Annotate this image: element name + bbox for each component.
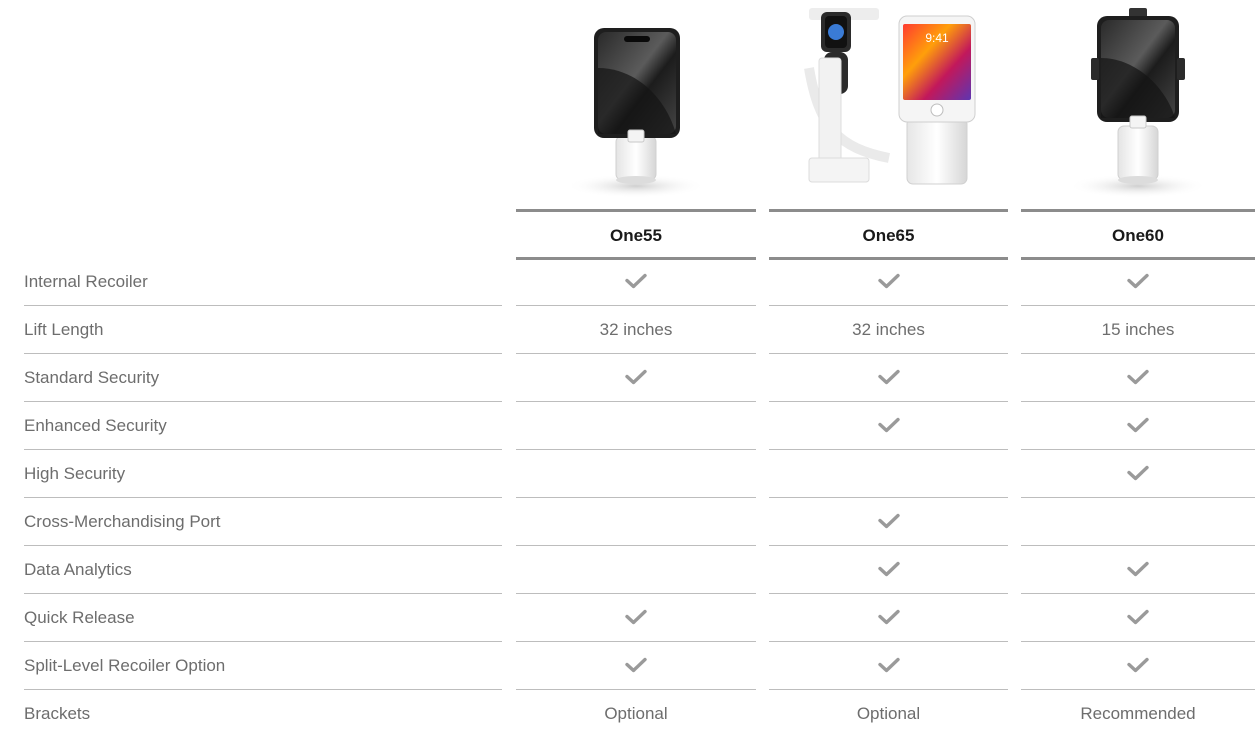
check-icon bbox=[877, 417, 900, 432]
check-icon bbox=[877, 273, 900, 288]
table-row: Brackets Optional Optional Recommended bbox=[0, 690, 1255, 736]
table-row: Enhanced Security bbox=[0, 402, 1255, 450]
value-cell: 15 inches bbox=[1101, 320, 1175, 339]
check-cell bbox=[516, 354, 756, 402]
empty-cell bbox=[516, 402, 756, 450]
check-icon bbox=[1127, 609, 1149, 624]
empty-cell bbox=[769, 450, 1008, 498]
check-cell bbox=[769, 258, 1008, 306]
product-image-one55 bbox=[516, 8, 756, 204]
phone-clock-text: 9:41 bbox=[925, 31, 949, 45]
check-icon bbox=[877, 657, 900, 672]
product-column-one60: One60 bbox=[1021, 0, 1255, 262]
feature-label: Quick Release bbox=[24, 608, 135, 627]
value-cell: Optional bbox=[604, 704, 668, 723]
product-top-divider bbox=[769, 209, 1008, 212]
table-row: Lift Length 32 inches 32 inches 15 inches bbox=[0, 306, 1255, 354]
check-icon bbox=[877, 369, 900, 384]
check-cell bbox=[1021, 642, 1255, 690]
check-icon bbox=[877, 561, 900, 576]
check-cell bbox=[1021, 402, 1255, 450]
value-cell: 32 inches bbox=[852, 320, 925, 339]
product-column-one65: 9:41 One65 bbox=[769, 0, 1008, 262]
table-row: Internal Recoiler bbox=[0, 258, 1255, 306]
table-row: Split-Level Recoiler Option bbox=[0, 642, 1255, 690]
check-icon bbox=[1127, 273, 1149, 288]
check-icon bbox=[1127, 369, 1149, 384]
feature-label: Standard Security bbox=[24, 368, 160, 387]
check-cell bbox=[516, 642, 756, 690]
table-row: Data Analytics bbox=[0, 546, 1255, 594]
product-name: One65 bbox=[862, 226, 915, 245]
check-cell bbox=[769, 546, 1008, 594]
phone-stand-one60-icon bbox=[1068, 8, 1208, 198]
feature-label: Internal Recoiler bbox=[24, 272, 148, 291]
feature-label: Enhanced Security bbox=[24, 416, 167, 435]
table-row: Cross-Merchandising Port bbox=[0, 498, 1255, 546]
table-row: Standard Security bbox=[0, 354, 1255, 402]
check-cell bbox=[516, 258, 756, 306]
check-icon bbox=[1127, 465, 1149, 480]
table-row: High Security bbox=[0, 450, 1255, 498]
value-cell: Optional bbox=[856, 704, 921, 723]
product-name: One55 bbox=[610, 226, 662, 245]
phone-stand-one55-icon bbox=[566, 28, 706, 198]
product-name: One60 bbox=[1112, 226, 1164, 245]
product-top-divider bbox=[516, 209, 756, 212]
check-cell bbox=[516, 594, 756, 642]
value-cell: Recommended bbox=[1080, 704, 1196, 723]
phone-watch-stand-one65-icon: 9:41 bbox=[804, 8, 976, 185]
feature-label: High Security bbox=[24, 464, 126, 483]
table-row: Quick Release bbox=[0, 594, 1255, 642]
feature-label: Brackets bbox=[24, 704, 91, 723]
product-header: One55 9:41 One65 One60 bbox=[516, 0, 1255, 262]
check-icon bbox=[625, 273, 647, 288]
empty-cell bbox=[516, 450, 756, 498]
check-cell bbox=[1021, 546, 1255, 594]
check-icon bbox=[1127, 561, 1149, 576]
comparison-table: Internal Recoiler Lift Length 32 inches 32 … bbox=[0, 258, 1255, 736]
product-top-divider bbox=[1021, 209, 1255, 212]
feature-label: Data Analytics bbox=[24, 560, 132, 579]
check-icon bbox=[625, 657, 647, 672]
check-cell bbox=[769, 354, 1008, 402]
feature-label: Cross-Merchandising Port bbox=[24, 512, 221, 531]
feature-label: Split-Level Recoiler Option bbox=[24, 656, 226, 675]
product-column-one55: One55 bbox=[516, 0, 756, 262]
feature-label: Lift Length bbox=[24, 320, 104, 339]
value-cell: 32 inches bbox=[599, 320, 673, 339]
check-cell bbox=[769, 402, 1008, 450]
check-icon bbox=[1127, 417, 1149, 432]
product-image-one65: 9:41 bbox=[769, 8, 1008, 204]
empty-cell bbox=[516, 498, 756, 546]
check-cell bbox=[769, 642, 1008, 690]
check-cell bbox=[1021, 354, 1255, 402]
product-image-one60 bbox=[1021, 8, 1255, 204]
check-icon bbox=[877, 513, 900, 528]
check-cell bbox=[1021, 450, 1255, 498]
empty-cell bbox=[1021, 498, 1255, 546]
empty-cell bbox=[516, 546, 756, 594]
check-cell bbox=[1021, 594, 1255, 642]
check-cell bbox=[769, 498, 1008, 546]
check-icon bbox=[625, 609, 647, 624]
check-icon bbox=[877, 609, 900, 624]
check-cell bbox=[769, 594, 1008, 642]
check-cell bbox=[1021, 258, 1255, 306]
check-icon bbox=[1127, 657, 1149, 672]
check-icon bbox=[625, 369, 647, 384]
